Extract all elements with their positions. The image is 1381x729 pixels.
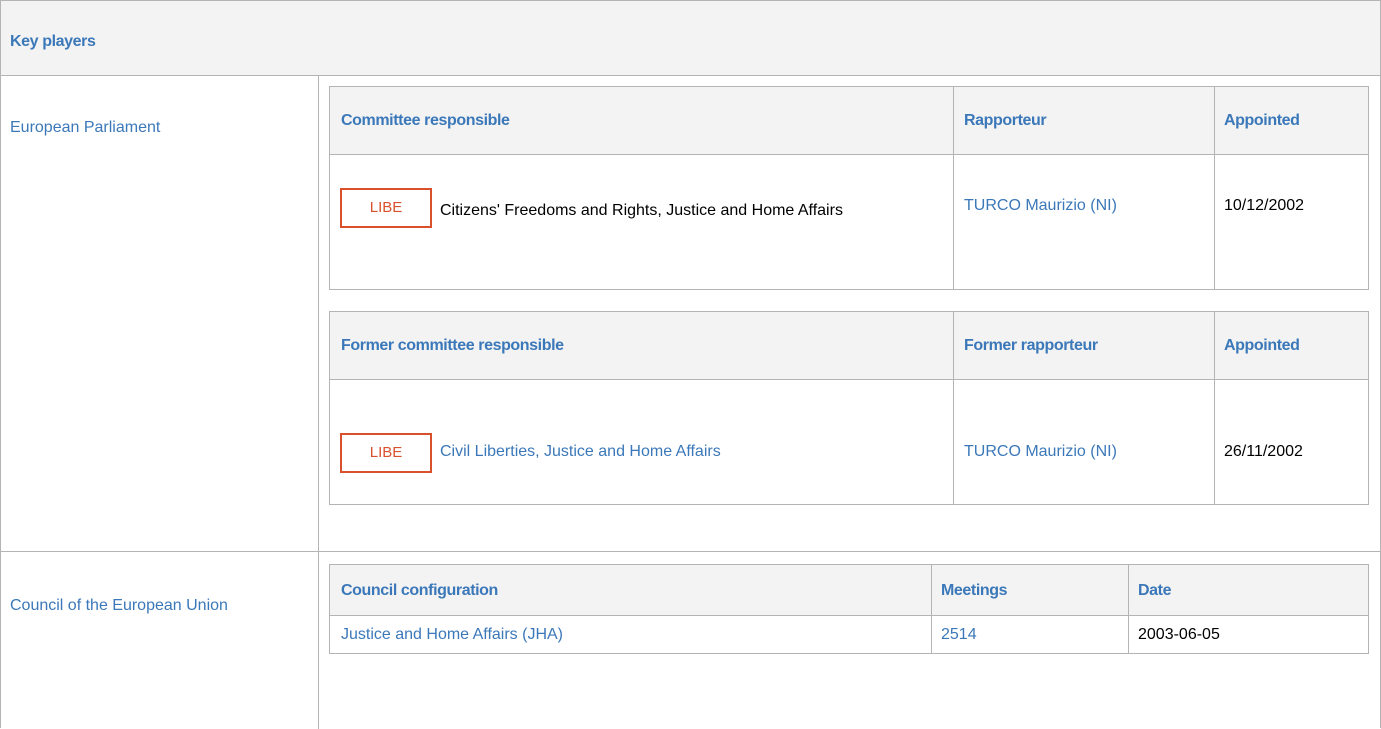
column-divider xyxy=(931,565,932,653)
former-committee-table: Former committee responsible Former rapp… xyxy=(329,311,1369,505)
council-configuration-link[interactable]: Justice and Home Affairs (JHA) xyxy=(341,626,563,644)
committee-badge-libe[interactable]: LIBE xyxy=(340,188,432,228)
col-appointed: Appointed xyxy=(1224,112,1300,129)
row-divider xyxy=(1,551,1380,552)
appointed-date: 10/12/2002 xyxy=(1224,197,1305,214)
col-committee-responsible: Committee responsible xyxy=(341,112,510,129)
col-date: Date xyxy=(1138,582,1172,599)
col-former-rapporteur: Former rapporteur xyxy=(964,337,1098,354)
committee-responsible-table: Committee responsible Rapporteur Appoint… xyxy=(329,86,1369,290)
col-council-configuration: Council configuration xyxy=(341,582,498,599)
rapporteur-link[interactable]: TURCO Maurizio (NI) xyxy=(964,197,1117,215)
column-divider xyxy=(953,87,954,289)
left-column-divider xyxy=(318,76,319,729)
council-link[interactable]: Council of the European Union xyxy=(10,597,228,615)
col-former-appointed: Appointed xyxy=(1224,337,1300,354)
column-divider xyxy=(953,312,954,504)
former-committee-name-link[interactable]: Civil Liberties, Justice and Home Affair… xyxy=(440,443,721,461)
key-players-header: Key players xyxy=(1,1,1380,76)
former-rapporteur-link[interactable]: TURCO Maurizio (NI) xyxy=(964,443,1117,461)
col-meetings: Meetings xyxy=(941,582,1008,599)
key-players-panel: Key players European Parliament Committe… xyxy=(0,0,1381,729)
former-committee-badge-libe[interactable]: LIBE xyxy=(340,433,432,473)
council-table: Council configuration Meetings Date Just… xyxy=(329,564,1369,654)
meetings-link[interactable]: 2514 xyxy=(941,626,977,644)
column-divider xyxy=(1214,87,1215,289)
column-divider xyxy=(1214,312,1215,504)
column-divider xyxy=(1128,565,1129,653)
key-players-title: Key players xyxy=(10,33,96,50)
former-appointed-date: 26/11/2002 xyxy=(1224,443,1303,460)
col-rapporteur: Rapporteur xyxy=(964,112,1047,129)
col-former-committee: Former committee responsible xyxy=(341,337,564,354)
committee-name: Citizens' Freedoms and Rights, Justice a… xyxy=(440,202,843,219)
meeting-date: 2003-06-05 xyxy=(1138,626,1220,643)
european-parliament-link[interactable]: European Parliament xyxy=(10,119,160,137)
